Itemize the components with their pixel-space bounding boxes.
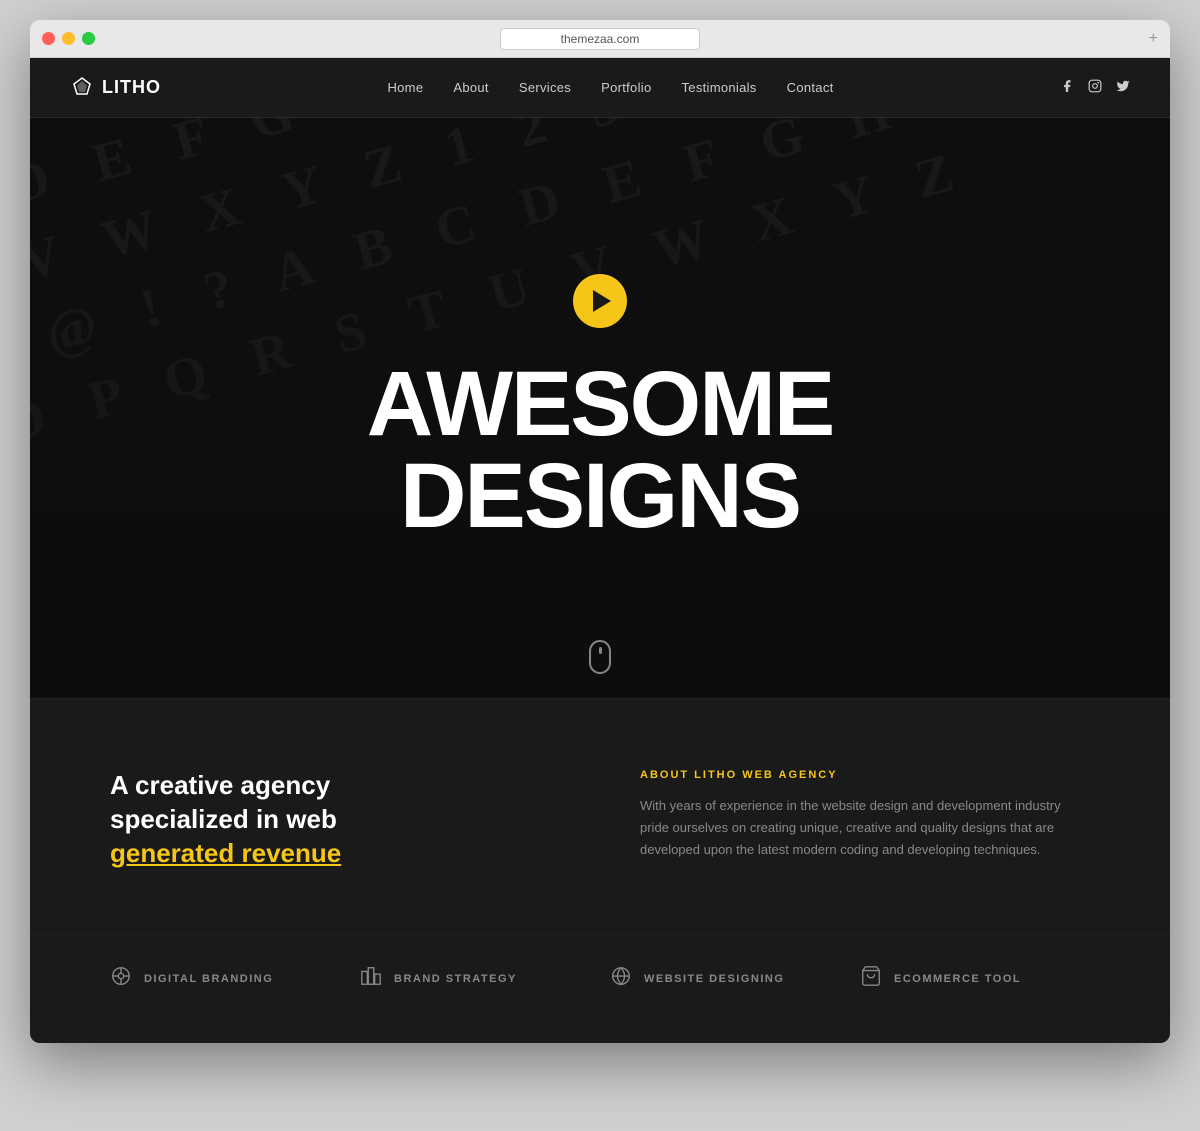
about-tagline: A creative agency specialized in web gen… <box>110 769 560 870</box>
service-label-strategy: BRAND STRATEGY <box>394 973 517 985</box>
play-button[interactable] <box>573 274 627 328</box>
logo-icon <box>70 76 94 100</box>
service-label-branding: DIGITAL BRANDING <box>144 973 273 985</box>
maximize-button[interactable] <box>82 32 95 45</box>
twitter-icon[interactable] <box>1116 79 1130 96</box>
ecommerce-tool-icon <box>860 965 884 993</box>
brand-strategy-icon <box>360 965 384 993</box>
tagline-line2: specialized in web <box>110 804 337 834</box>
social-links <box>1060 79 1130 96</box>
service-item-branding[interactable]: DIGITAL BRANDING <box>110 965 340 993</box>
navbar: LITHO Home About Services Portfolio Test… <box>30 58 1170 118</box>
mouse-dot <box>599 647 602 654</box>
hero-title-line2: DESIGNS <box>400 445 800 547</box>
site-content: LITHO Home About Services Portfolio Test… <box>30 58 1170 1043</box>
browser-window: themezaa.com + LITHO Home About Services… <box>30 20 1170 1043</box>
browser-titlebar: themezaa.com + <box>30 20 1170 58</box>
close-button[interactable] <box>42 32 55 45</box>
about-right-col: ABOUT LITHO WEB AGENCY With years of exp… <box>640 769 1090 874</box>
hero-title-line1: AWESOME <box>367 353 833 455</box>
nav-portfolio[interactable]: Portfolio <box>601 80 651 95</box>
hero-title: AWESOME DESIGNS <box>367 358 833 542</box>
expand-icon[interactable]: + <box>1149 30 1158 48</box>
url-bar[interactable]: themezaa.com <box>500 28 700 50</box>
minimize-button[interactable] <box>62 32 75 45</box>
mouse-icon <box>589 640 611 674</box>
nav-services[interactable]: Services <box>519 80 571 95</box>
about-section: A creative agency specialized in web gen… <box>30 698 1170 934</box>
about-left-col: A creative agency specialized in web gen… <box>110 769 560 874</box>
hero-section: AWESOME DESIGNS <box>30 118 1170 698</box>
service-label-ecommerce: ECOMMERCE TOOL <box>894 973 1021 985</box>
play-icon <box>593 290 611 312</box>
nav-contact[interactable]: Contact <box>787 80 834 95</box>
nav-about[interactable]: About <box>453 80 488 95</box>
logo[interactable]: LITHO <box>70 76 161 100</box>
logo-text: LITHO <box>102 77 161 98</box>
nav-menu: Home About Services Portfolio Testimonia… <box>387 79 833 97</box>
service-item-design[interactable]: WEBSITE DESIGNING <box>610 965 840 993</box>
instagram-icon[interactable] <box>1088 79 1102 96</box>
services-strip: DIGITAL BRANDING BRAND STRATEGY WEBSITE … <box>30 934 1170 1043</box>
facebook-icon[interactable] <box>1060 79 1074 96</box>
about-description: With years of experience in the website … <box>640 795 1090 861</box>
website-designing-icon <box>610 965 634 993</box>
hero-content: AWESOME DESIGNS <box>367 274 833 542</box>
about-label: ABOUT LITHO WEB AGENCY <box>640 769 1090 781</box>
service-label-design: WEBSITE DESIGNING <box>644 973 784 985</box>
nav-home[interactable]: Home <box>387 80 423 95</box>
service-item-ecommerce[interactable]: ECOMMERCE TOOL <box>860 965 1090 993</box>
tagline-highlight: generated revenue <box>110 838 341 868</box>
digital-branding-icon <box>110 965 134 993</box>
service-item-strategy[interactable]: BRAND STRATEGY <box>360 965 590 993</box>
scroll-indicator[interactable] <box>589 640 611 674</box>
tagline-line1: A creative agency <box>110 770 330 800</box>
nav-testimonials[interactable]: Testimonials <box>681 80 756 95</box>
